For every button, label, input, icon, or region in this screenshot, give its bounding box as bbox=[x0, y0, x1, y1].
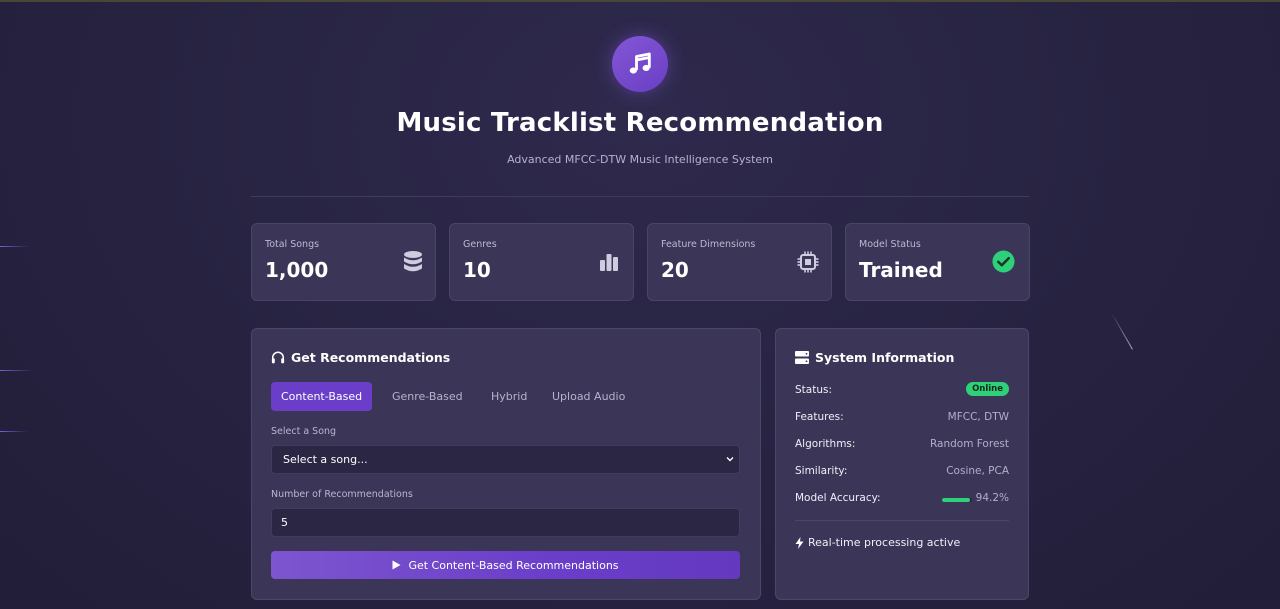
stat-card-genres: Genres 10 bbox=[449, 223, 634, 301]
stat-label: Model Status bbox=[859, 239, 921, 250]
tab-upload-audio[interactable]: Upload Audio bbox=[542, 382, 635, 411]
stat-label: Genres bbox=[463, 239, 497, 250]
headphones-icon bbox=[271, 351, 285, 364]
system-info-title-text: System Information bbox=[815, 350, 955, 365]
background-streak bbox=[0, 431, 28, 432]
tab-genre-based[interactable]: Genre-Based bbox=[382, 382, 473, 411]
info-row-features: Features: MFCC, DTW bbox=[795, 411, 1009, 427]
accuracy-progress-bar bbox=[942, 498, 972, 502]
page-subtitle: Advanced MFCC-DTW Music Intelligence Sys… bbox=[507, 153, 773, 166]
realtime-status-text: Real-time processing active bbox=[808, 536, 961, 549]
stat-card-feature-dimensions: Feature Dimensions 20 bbox=[647, 223, 832, 301]
get-recommendations-button-label: Get Content-Based Recommendations bbox=[408, 558, 619, 572]
database-icon bbox=[403, 250, 423, 278]
info-row-similarity: Similarity: Cosine, PCA bbox=[795, 465, 1009, 481]
info-key: Model Accuracy: bbox=[795, 492, 881, 504]
stat-label: Feature Dimensions bbox=[661, 239, 756, 250]
stat-card-total-songs: Total Songs 1,000 bbox=[251, 223, 436, 301]
status-badge: Online bbox=[966, 382, 1009, 396]
number-of-recommendations-input[interactable]: 5 bbox=[271, 508, 740, 537]
info-key: Algorithms: bbox=[795, 438, 856, 450]
info-key: Features: bbox=[795, 411, 844, 423]
info-row-algorithms: Algorithms: Random Forest bbox=[795, 438, 1009, 454]
lightning-icon bbox=[795, 536, 804, 549]
tab-content-based[interactable]: Content-Based bbox=[271, 382, 373, 411]
top-border bbox=[0, 0, 1280, 2]
recommendations-title-text: Get Recommendations bbox=[291, 350, 451, 365]
info-value: MFCC, DTW bbox=[947, 411, 1009, 423]
info-value: 94.2% bbox=[975, 492, 1009, 504]
info-value: Random Forest bbox=[929, 438, 1009, 450]
music-note-icon bbox=[629, 52, 651, 74]
info-key: Similarity: bbox=[795, 465, 848, 477]
info-row-status: Status: Online bbox=[795, 382, 1009, 400]
background-streak bbox=[1112, 314, 1133, 350]
info-key: Status: bbox=[795, 384, 832, 396]
song-select[interactable]: Select a song... bbox=[271, 445, 740, 474]
recommendations-title: Get Recommendations bbox=[271, 350, 450, 365]
info-value: Cosine, PCA bbox=[946, 465, 1009, 477]
info-row-model-accuracy: Model Accuracy: 94.2% bbox=[795, 492, 1009, 508]
chevron-down-icon bbox=[725, 446, 735, 483]
system-info-title: System Information bbox=[795, 350, 954, 365]
background-streak bbox=[0, 370, 34, 371]
get-recommendations-button[interactable]: Get Content-Based Recommendations bbox=[271, 551, 740, 579]
stat-value: 1,000 bbox=[265, 258, 329, 282]
bar-chart-icon bbox=[599, 252, 619, 276]
stat-value: 10 bbox=[463, 258, 491, 282]
divider bbox=[795, 520, 1009, 521]
number-of-recommendations-label: Number of Recommendations bbox=[271, 489, 413, 500]
divider bbox=[251, 196, 1029, 197]
server-icon bbox=[795, 351, 809, 364]
song-select-label: Select a Song bbox=[271, 426, 337, 437]
accuracy-progress-fill bbox=[942, 498, 971, 502]
background-streak bbox=[0, 246, 30, 247]
tab-hybrid[interactable]: Hybrid bbox=[481, 382, 537, 411]
stat-value: Trained bbox=[859, 258, 943, 282]
realtime-status: Real-time processing active bbox=[795, 536, 960, 549]
stat-value: 20 bbox=[661, 258, 689, 282]
system-info-panel bbox=[775, 328, 1029, 600]
stat-label: Total Songs bbox=[265, 239, 320, 250]
play-icon bbox=[392, 560, 401, 570]
song-select-value: Select a song... bbox=[283, 453, 368, 466]
stat-card-model-status: Model Status Trained bbox=[845, 223, 1030, 301]
check-circle-icon bbox=[992, 250, 1015, 277]
page-title: Music Tracklist Recommendation bbox=[396, 108, 884, 138]
microchip-icon bbox=[797, 251, 819, 277]
app-logo bbox=[612, 36, 668, 92]
